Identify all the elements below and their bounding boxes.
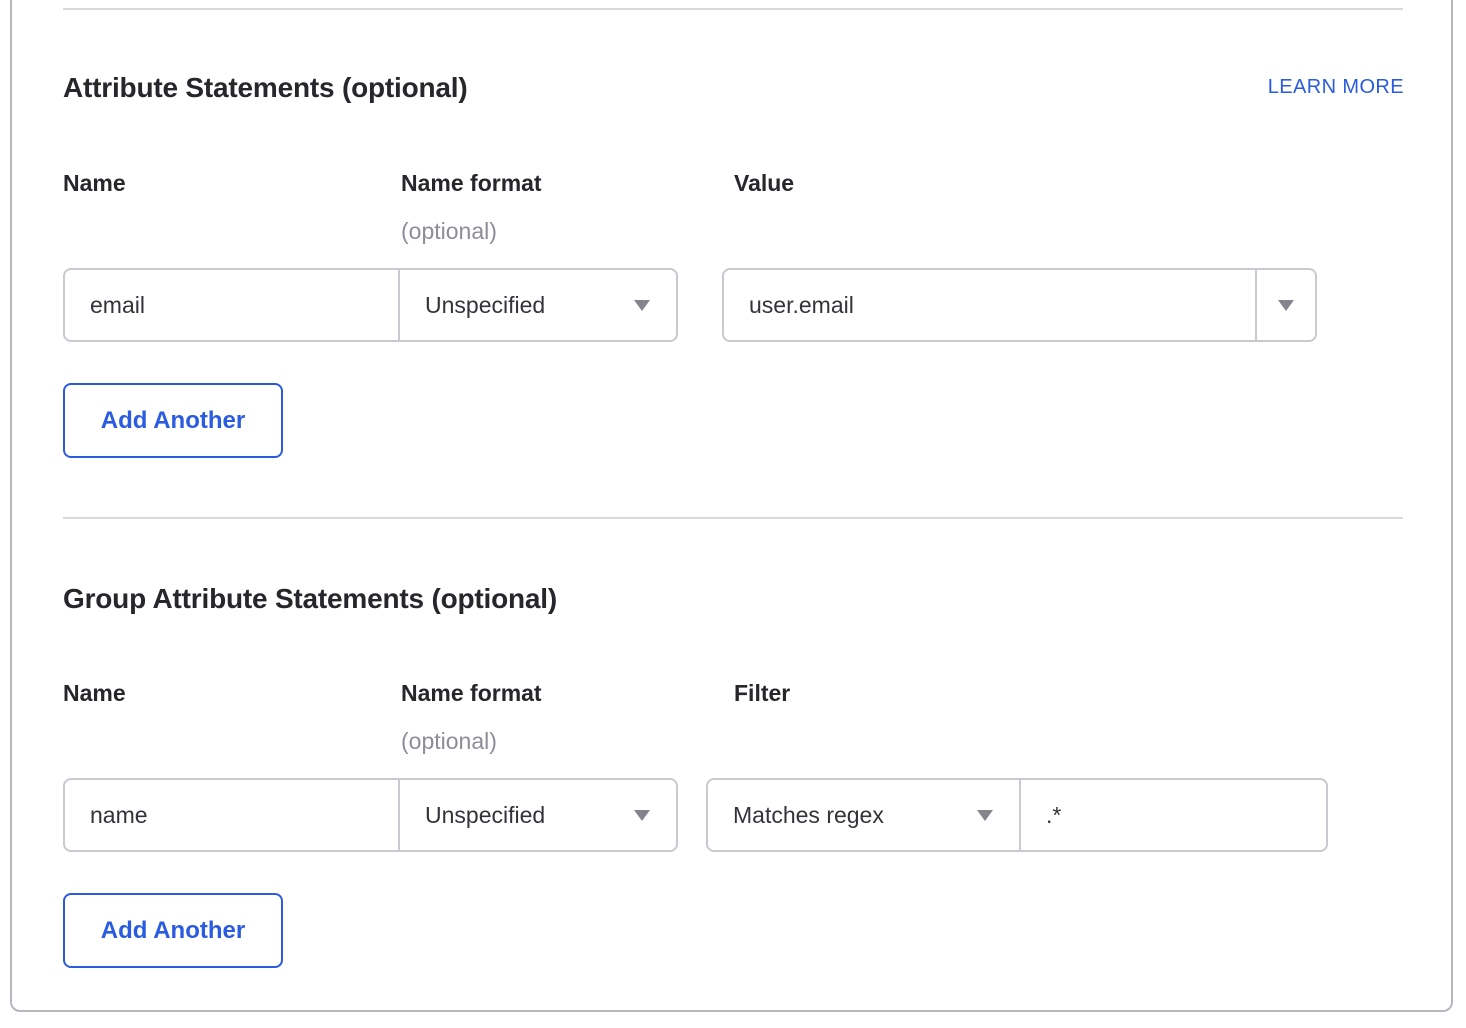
attribute-name-field [65, 270, 398, 340]
chevron-down-icon [1278, 300, 1294, 311]
add-another-button[interactable]: Add Another [63, 383, 283, 458]
chevron-down-icon [634, 810, 650, 821]
group-attribute-name-input[interactable] [65, 780, 398, 850]
attribute-statements-heading: Attribute Statements (optional) [63, 72, 467, 104]
group-attribute-statements-heading: Group Attribute Statements (optional) [63, 583, 557, 615]
optional-note: (optional) [401, 218, 497, 245]
column-label-value: Value [734, 170, 794, 197]
value-dropdown-toggle[interactable] [1255, 270, 1315, 340]
column-label-name: Name [63, 680, 126, 707]
saml-settings-page: Attribute Statements (optional) LEARN MO… [0, 0, 1466, 1028]
add-another-button[interactable]: Add Another [63, 893, 283, 968]
optional-note: (optional) [401, 728, 497, 755]
section-divider-top [63, 8, 1403, 10]
group-name-format-selected-value: Unspecified [425, 802, 545, 829]
group-name-format-select[interactable]: Unspecified [398, 780, 676, 850]
attribute-value-input[interactable] [724, 270, 1255, 340]
filter-type-select[interactable]: Matches regex [708, 780, 1019, 850]
group-attribute-filter-combo: Matches regex [706, 778, 1328, 852]
filter-regex-input[interactable] [1021, 780, 1326, 850]
attribute-name-input[interactable] [65, 270, 398, 340]
attribute-value-combo [722, 268, 1317, 342]
chevron-down-icon [634, 300, 650, 311]
name-format-select[interactable]: Unspecified [398, 270, 676, 340]
column-label-filter: Filter [734, 680, 790, 707]
column-label-name: Name [63, 170, 126, 197]
group-attribute-name-field [65, 780, 398, 850]
name-format-selected-value: Unspecified [425, 292, 545, 319]
filter-type-selected-value: Matches regex [733, 802, 884, 829]
chevron-down-icon [977, 810, 993, 821]
section-divider-middle [63, 517, 1403, 519]
attribute-row-name-and-format: Unspecified [63, 268, 678, 342]
column-label-name-format: Name format [401, 170, 542, 197]
settings-card [10, 0, 1453, 1012]
group-attribute-row-name-and-format: Unspecified [63, 778, 678, 852]
filter-regex-field [1019, 780, 1326, 850]
learn-more-link[interactable]: LEARN MORE [1268, 76, 1404, 99]
attribute-value-field [724, 270, 1255, 340]
column-label-name-format: Name format [401, 680, 542, 707]
